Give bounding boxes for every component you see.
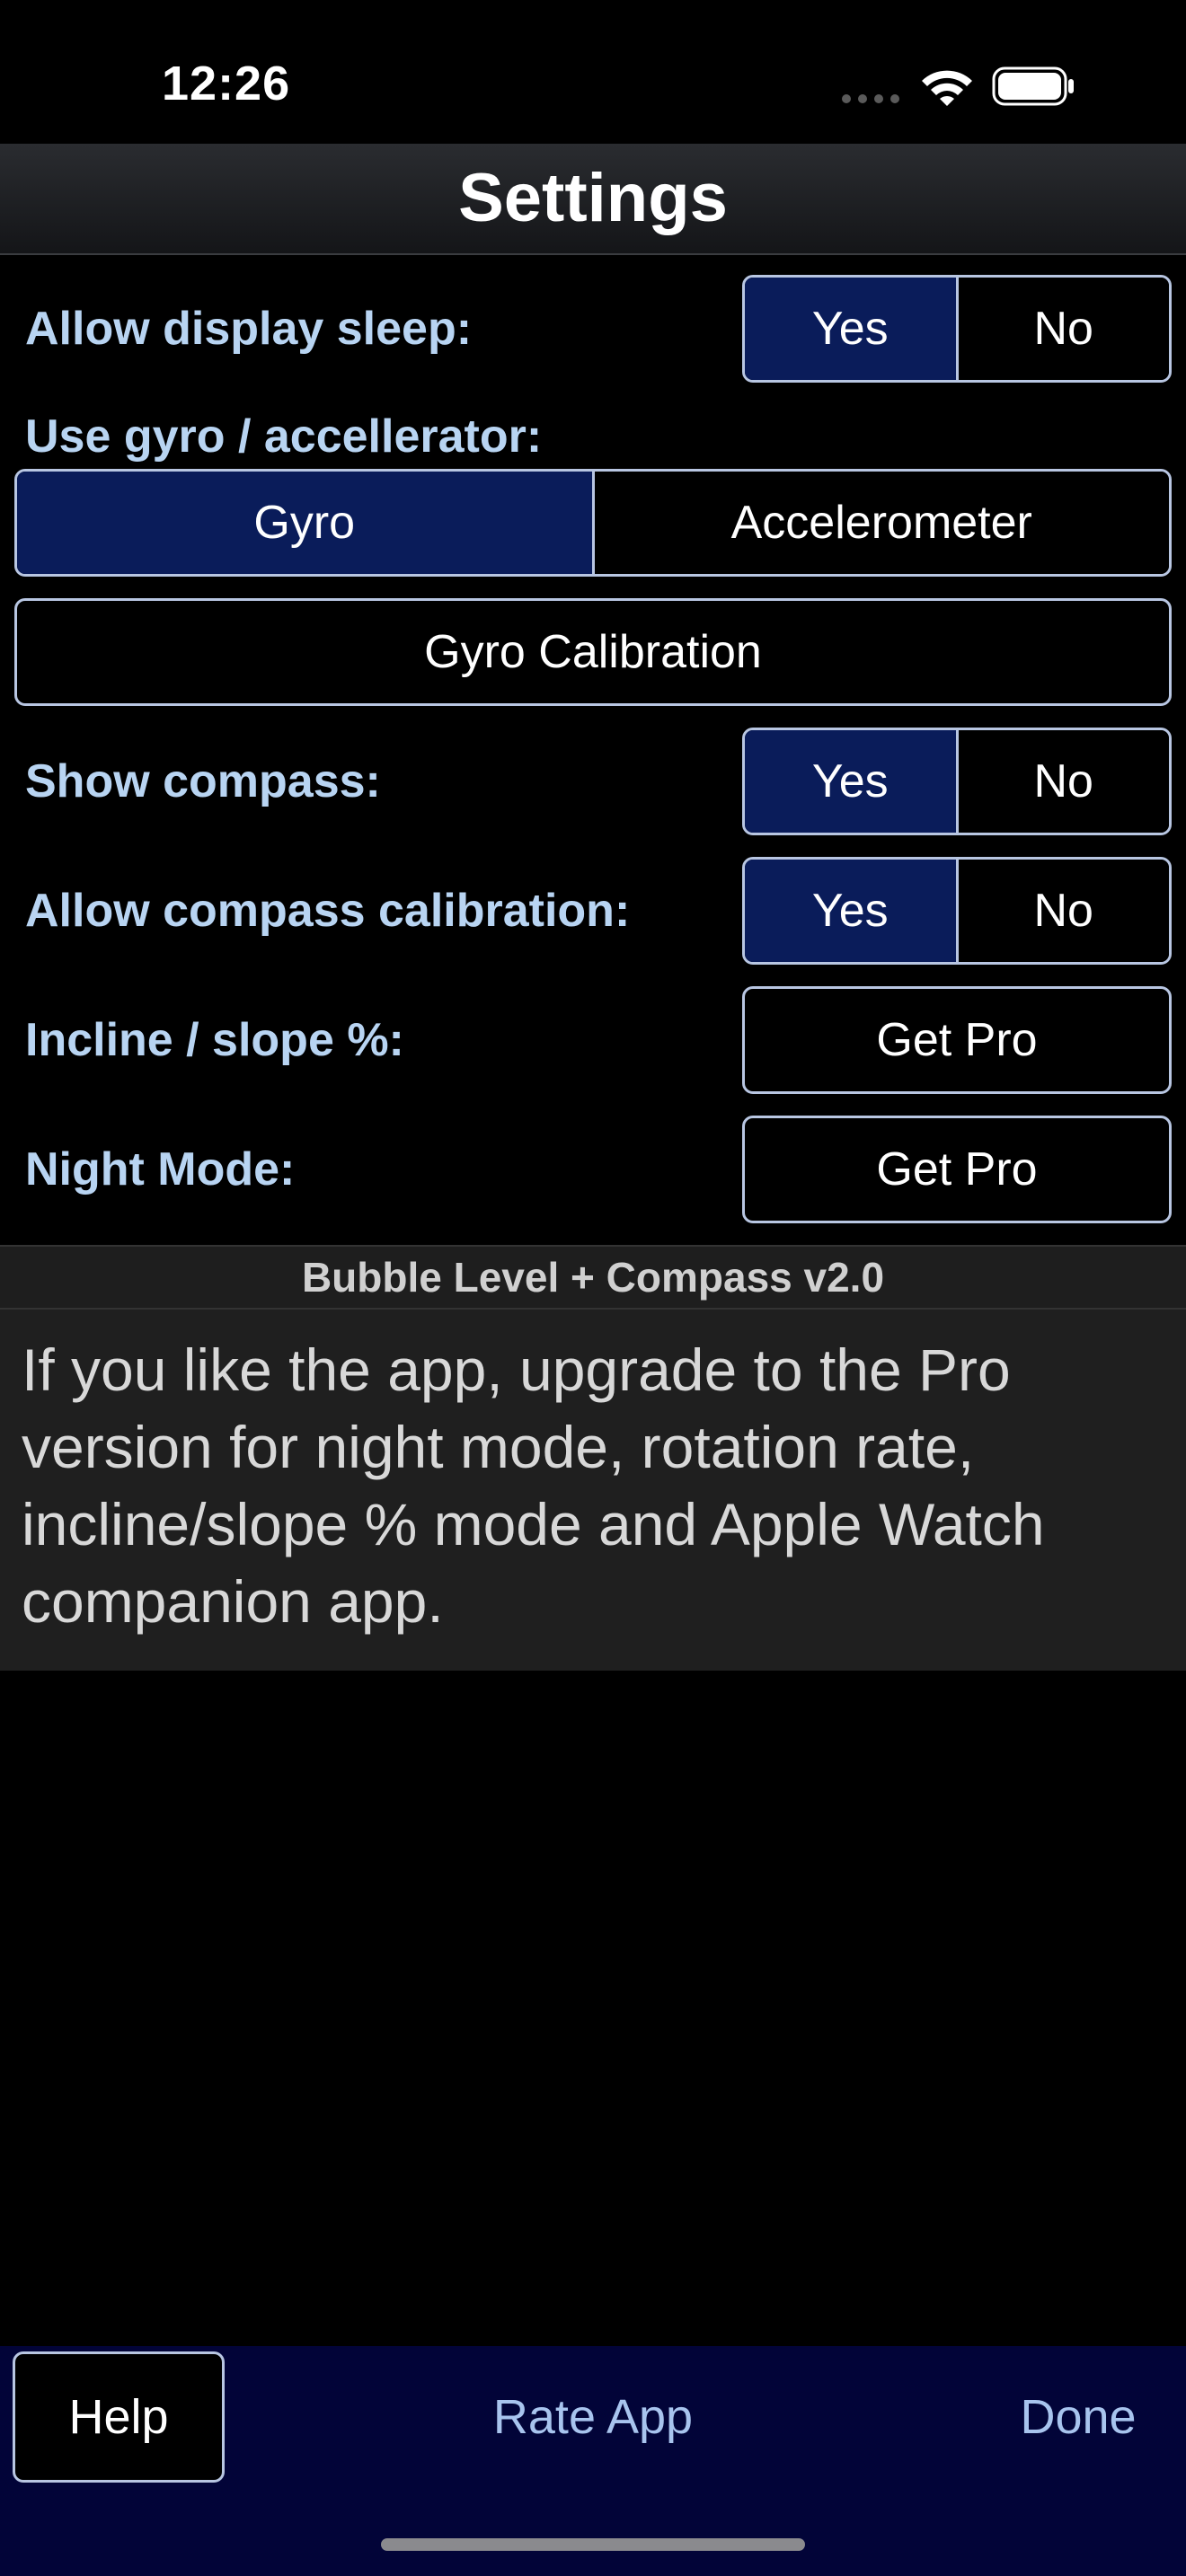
night-mode-label: Night Mode: [25,1143,296,1195]
display-sleep-yes-button[interactable]: Yes [745,278,956,380]
display-sleep-label: Allow display sleep: [25,303,473,355]
promo-text: If you like the app, upgrade to the Pro … [0,1310,1186,1671]
status-bar: 12:26 [0,0,1186,144]
battery-icon [992,66,1074,106]
compass-calibration-no-button[interactable]: No [955,860,1169,962]
cellular-dots-icon [842,94,899,103]
show-compass-segmented-control: Yes No [742,728,1172,835]
version-label: Bubble Level + Compass v2.0 [0,1245,1186,1310]
accelerometer-button[interactable]: Accelerometer [591,472,1169,574]
wifi-icon [922,70,972,106]
done-button[interactable]: Done [988,2351,1168,2483]
status-time: 12:26 [162,57,291,110]
help-button[interactable]: Help [13,2351,225,2483]
night-mode-get-pro-button[interactable]: Get Pro [742,1116,1172,1223]
rate-app-button[interactable]: Rate App [413,2351,773,2483]
compass-calibration-yes-button[interactable]: Yes [745,860,956,962]
display-sleep-segmented-control: Yes No [742,275,1172,383]
gyro-calibration-button[interactable]: Gyro Calibration [14,598,1172,706]
home-indicator[interactable] [381,2538,805,2551]
nav-bar: Settings [0,144,1186,255]
sensor-label: Use gyro / accellerator: [25,410,543,463]
show-compass-label: Show compass: [25,755,381,807]
display-sleep-no-button[interactable]: No [955,278,1169,380]
compass-calibration-label: Allow compass calibration: [25,885,631,937]
show-compass-yes-button[interactable]: Yes [745,730,956,833]
sensor-segmented-control: Gyro Accelerometer [14,469,1172,577]
gyro-button[interactable]: Gyro [17,472,592,574]
incline-slope-label: Incline / slope %: [25,1014,404,1066]
page-title: Settings [458,160,728,236]
incline-get-pro-button[interactable]: Get Pro [742,986,1172,1094]
show-compass-no-button[interactable]: No [955,730,1169,833]
compass-calibration-segmented-control: Yes No [742,857,1172,965]
